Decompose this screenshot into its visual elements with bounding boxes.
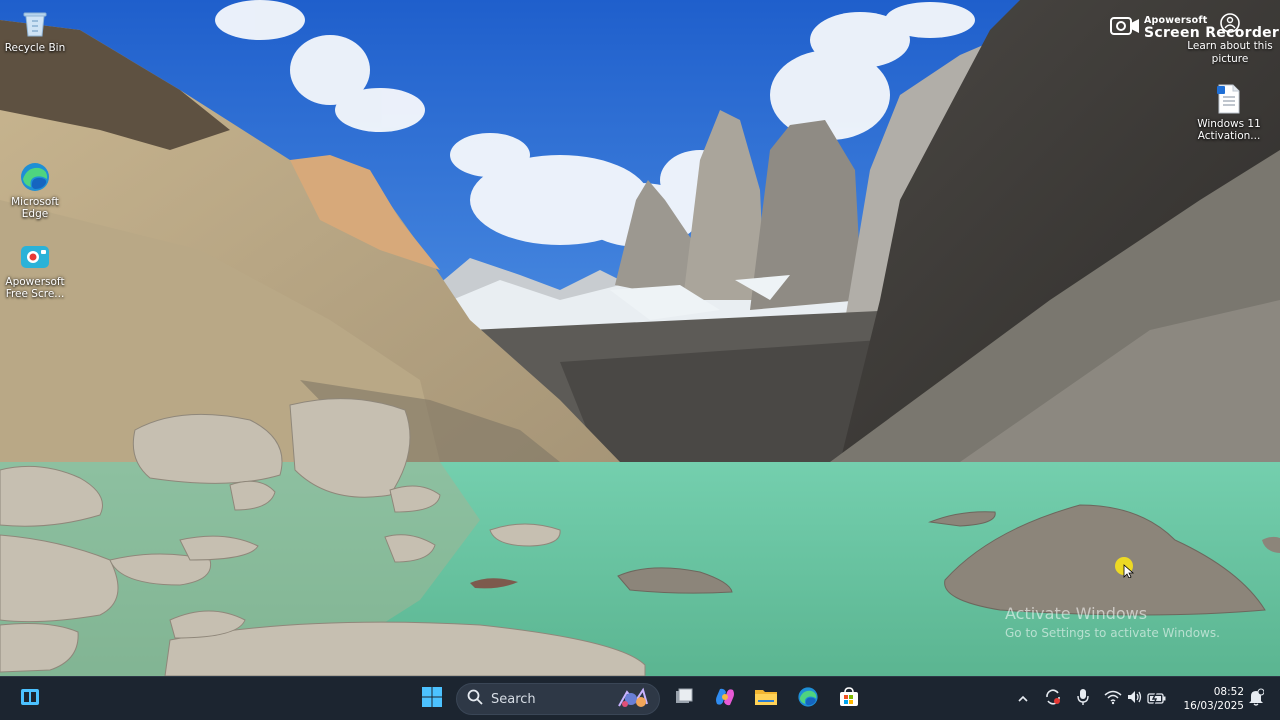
volume-icon: [1126, 689, 1144, 709]
task-view-button[interactable]: [14, 683, 46, 715]
clock-time: 08:52: [1213, 686, 1244, 698]
desktop-icon-activation-file[interactable]: Windows 11 Activation...: [1194, 82, 1264, 142]
recycle-bin-icon: [18, 6, 52, 40]
taskbar-search-box[interactable]: Search: [456, 683, 660, 715]
clock-date: 16/03/2025: [1183, 700, 1244, 712]
desktop-icon-microsoft-edge[interactable]: Microsoft Edge: [0, 160, 70, 220]
desktop-wallpaper: [0, 0, 1280, 676]
activate-title: Activate Windows: [1005, 604, 1148, 623]
taskbar: Search 08:52 16/03/2025: [0, 676, 1280, 720]
desktop-icon-label: Microsoft Edge: [11, 196, 59, 220]
chevron-up-icon: [1017, 690, 1029, 709]
learn-about-label: Learn about this picture: [1187, 40, 1273, 65]
microphone-icon: [1076, 688, 1090, 710]
taskbar-edge[interactable]: [792, 683, 824, 715]
taskbar-clock[interactable]: 08:52 16/03/2025: [1178, 685, 1244, 713]
mouse-cursor: [1114, 556, 1136, 579]
desktop-icon-label: Windows 11 Activation...: [1197, 118, 1261, 142]
battery-icon: [1147, 690, 1167, 709]
wifi-icon: [1104, 689, 1122, 709]
edge-icon: [18, 160, 52, 194]
search-label: Search: [491, 691, 536, 707]
camera-icon: [1219, 12, 1241, 34]
activate-windows-watermark: Activate Windows Go to Settings to activ…: [1005, 604, 1220, 640]
video-camera-icon: [1110, 14, 1140, 42]
taskbar-desktop-app[interactable]: [668, 683, 700, 715]
sync-icon: [1044, 688, 1062, 710]
edge-icon: [797, 686, 819, 712]
text-file-icon: [1212, 82, 1246, 116]
file-explorer-icon: [754, 686, 778, 712]
microphone-button[interactable]: [1073, 689, 1093, 709]
desktop-icon-recycle-bin[interactable]: Recycle Bin: [0, 6, 70, 54]
sync-button[interactable]: [1043, 689, 1063, 709]
task-view-icon: [19, 686, 41, 712]
search-icon: [467, 689, 483, 709]
learn-about-picture[interactable]: Learn about this picture: [1184, 12, 1276, 66]
start-button[interactable]: [416, 683, 448, 715]
apowersoft-icon: [18, 240, 52, 274]
network-button[interactable]: [1103, 689, 1123, 709]
volume-button[interactable]: [1125, 689, 1145, 709]
store-icon: [838, 686, 860, 712]
copilot-icon: [714, 686, 736, 712]
desktop-icon-label: Apowersoft Free Scre...: [5, 276, 65, 300]
taskbar-file-explorer[interactable]: [750, 683, 782, 715]
notifications-button[interactable]: [1246, 688, 1266, 710]
desktop-app-icon: [673, 686, 695, 712]
desktop-icon-apowersoft[interactable]: Apowersoft Free Scre...: [0, 240, 70, 300]
start-icon: [421, 686, 443, 712]
desktop-icon-label: Recycle Bin: [4, 42, 66, 54]
battery-button[interactable]: [1147, 689, 1167, 709]
bell-icon: [1248, 688, 1265, 710]
show-hidden-icons-button[interactable]: [1013, 689, 1033, 709]
search-highlight-icon: [613, 686, 653, 712]
taskbar-store[interactable]: [833, 683, 865, 715]
taskbar-copilot[interactable]: [709, 683, 741, 715]
activate-subtitle: Go to Settings to activate Windows.: [1005, 626, 1220, 640]
